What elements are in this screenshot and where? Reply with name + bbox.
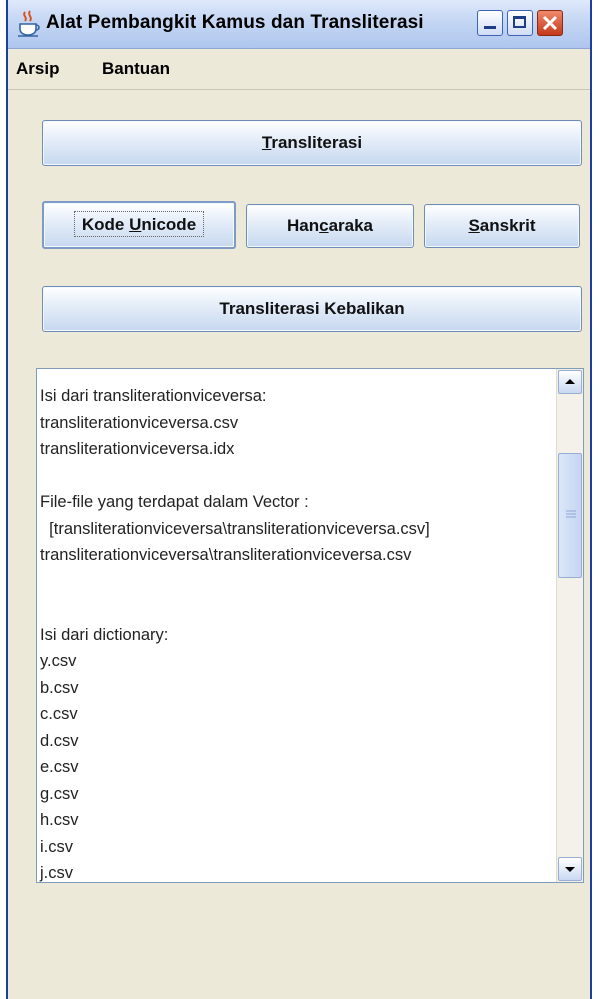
hancaraka-button[interactable]: Hancaraka [246, 204, 414, 248]
output-line: transliterationviceversa\transliteration… [40, 546, 412, 564]
output-text: Isi dari transliterationviceversa: transl… [40, 383, 555, 882]
arrow-up-icon [565, 379, 575, 384]
output-line: c.csv [40, 705, 78, 723]
grip-icon [566, 510, 576, 518]
minimize-button[interactable] [477, 10, 503, 36]
app-window: Alat Pembangkit Kamus dan Transliterasi … [6, 0, 592, 999]
transliterasi-button[interactable]: Transliterasi [42, 120, 582, 166]
window-title: Alat Pembangkit Kamus dan Transliterasi [46, 12, 424, 33]
output-line: h.csv [40, 811, 79, 829]
menu-arsip[interactable]: Arsip [16, 59, 59, 79]
output-line: i.csv [40, 837, 73, 856]
close-icon [542, 15, 558, 31]
kode-unicode-label: Kode Unicode [81, 215, 197, 234]
output-line: e.csv [40, 758, 79, 776]
output-line: y.csv [40, 652, 77, 670]
output-line: g.csv [40, 784, 79, 803]
scroll-up-button[interactable] [558, 370, 582, 394]
output-line: transliterationviceversa.idx [40, 440, 235, 458]
hancaraka-label: Hancaraka [286, 216, 374, 235]
transliterasi-label: Transliterasi [261, 133, 363, 152]
vertical-scrollbar[interactable] [556, 369, 583, 882]
maximize-button[interactable] [507, 10, 533, 36]
kode-unicode-button[interactable]: Kode Unicode [42, 201, 236, 249]
title-bar[interactable]: Alat Pembangkit Kamus dan Transliterasi [8, 0, 590, 49]
menu-bantuan[interactable]: Bantuan [102, 59, 170, 79]
menu-bar: Arsip Bantuan [8, 49, 590, 90]
output-line: File-file yang terdapat dalam Vector : [40, 493, 309, 511]
output-text-area[interactable]: Isi dari transliterationviceversa: transl… [36, 368, 584, 883]
scroll-thumb[interactable] [558, 453, 582, 578]
java-cup-icon [18, 10, 40, 37]
output-line: d.csv [40, 731, 79, 750]
sanskrit-button[interactable]: Sanskrit [424, 204, 580, 248]
sanskrit-label: Sanskrit [468, 216, 536, 235]
output-line: [transliterationviceversa\transliteratio… [40, 519, 430, 538]
output-line: b.csv [40, 678, 79, 697]
output-line: transliterationviceversa.csv [40, 413, 239, 432]
close-button[interactable] [537, 10, 563, 36]
transliterasi-kebalikan-label: Transliterasi Kebalikan [219, 299, 405, 318]
output-line: Isi dari transliterationviceversa: [40, 387, 267, 405]
output-line: Isi dari dictionary: [40, 625, 169, 644]
arrow-down-icon [565, 867, 575, 872]
output-line: j.csv [40, 864, 73, 882]
scroll-down-button[interactable] [558, 857, 582, 881]
transliterasi-kebalikan-button[interactable]: Transliterasi Kebalikan [42, 286, 582, 332]
